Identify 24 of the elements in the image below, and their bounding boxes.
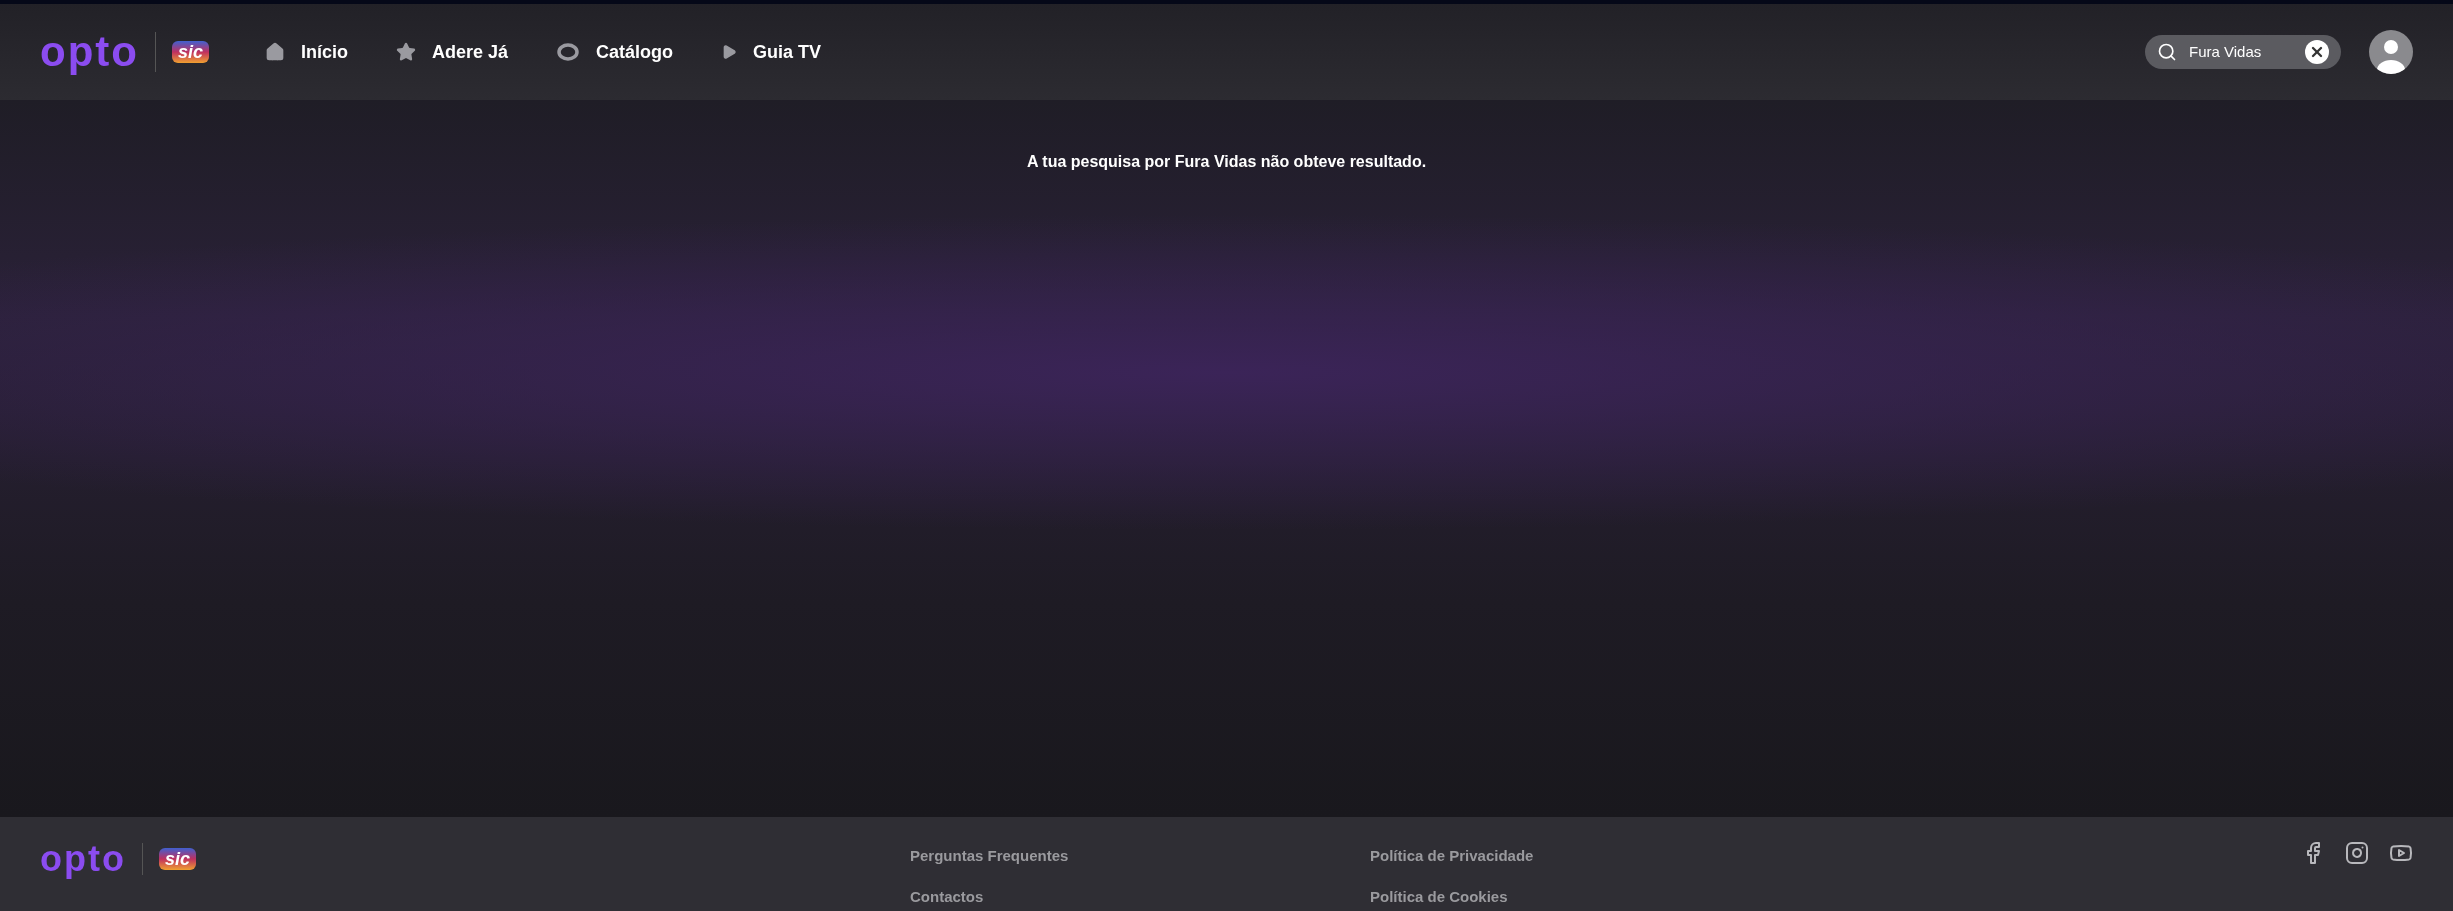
avatar[interactable] xyxy=(2369,30,2413,74)
nav-link[interactable]: Início xyxy=(265,38,348,66)
sic-logo[interactable]: sic xyxy=(158,848,196,870)
clear-button[interactable] xyxy=(2305,40,2329,64)
opto-logo[interactable]: opto xyxy=(40,841,126,877)
sic-logo[interactable]: sic xyxy=(171,41,209,63)
nav-link[interactable]: Guia TV xyxy=(721,38,822,66)
nav-link[interactable]: Catálogo xyxy=(556,38,674,66)
footer-link[interactable]: Contactos xyxy=(910,885,1370,908)
no-results-message: A tua pesquisa por Fura Vidas não obteve resultado. xyxy=(1026,152,1427,172)
footer-link[interactable]: Política de Cookies xyxy=(1370,885,1830,908)
home-icon xyxy=(265,42,285,62)
play-icon xyxy=(721,44,738,60)
search-input[interactable]: Fura Vidas xyxy=(2189,40,2293,64)
close-icon xyxy=(2309,44,2325,60)
instagram-icon[interactable] xyxy=(2345,841,2369,865)
ring-icon xyxy=(556,42,581,62)
footer-link[interactable]: Perguntas Frequentes xyxy=(910,845,1370,868)
nav-link[interactable]: Adere Já xyxy=(396,38,509,66)
search-field[interactable]: Fura Vidas xyxy=(2145,35,2341,69)
opto-logo[interactable]: opto xyxy=(40,31,139,73)
search-icon xyxy=(2157,42,2177,62)
star-icon xyxy=(396,42,416,62)
footer-link[interactable]: Política de Privacidade xyxy=(1370,845,1830,868)
